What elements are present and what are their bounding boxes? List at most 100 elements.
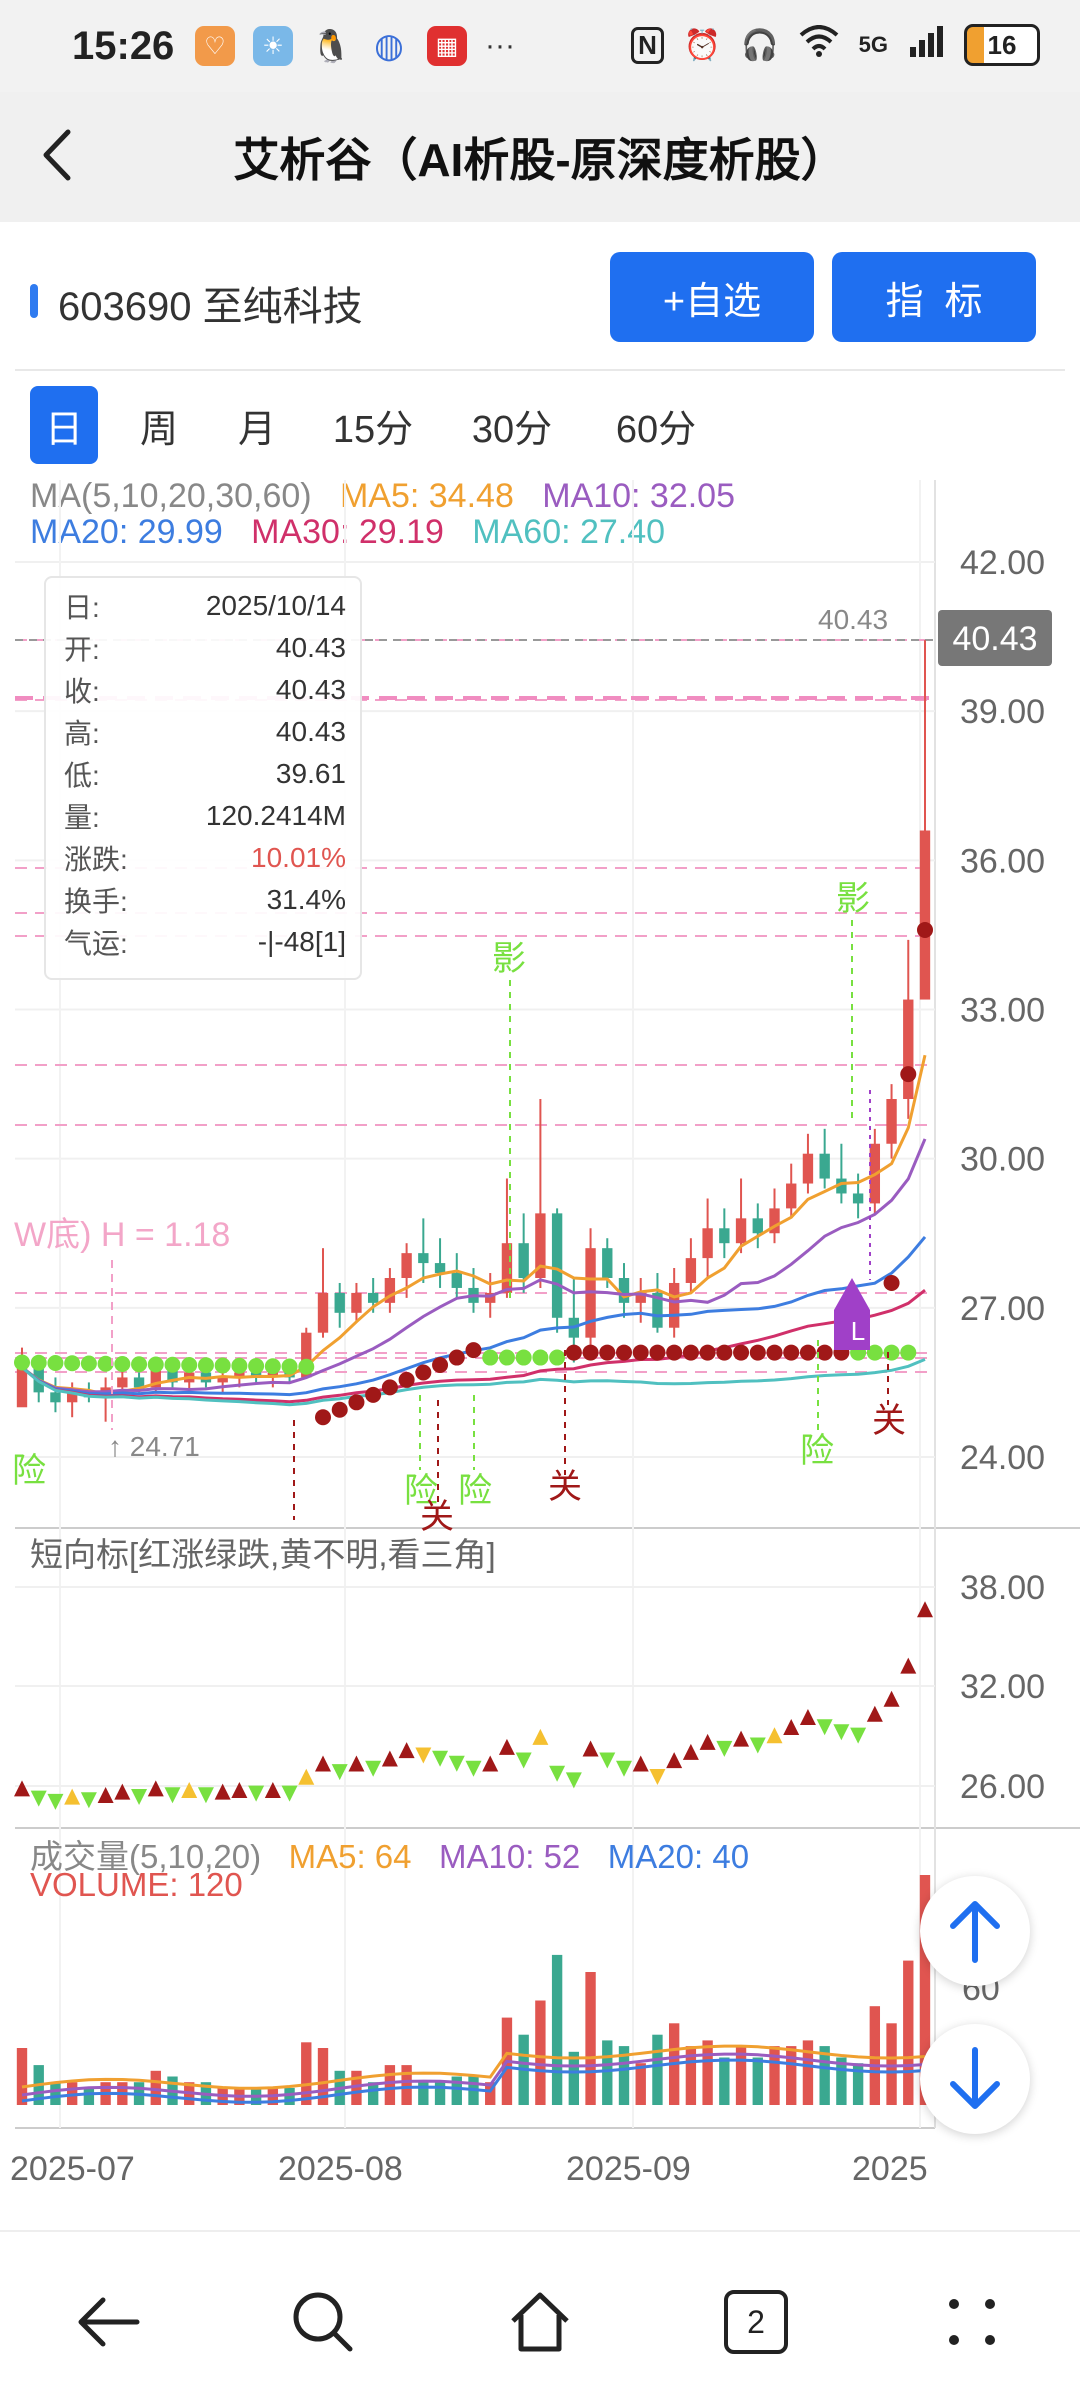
candle-body	[702, 1228, 713, 1259]
signal-dot-green	[197, 1357, 214, 1374]
signal-dot-red	[699, 1344, 716, 1361]
indicator-button[interactable]: 指 标	[832, 252, 1036, 342]
trend-triangle-up	[532, 1728, 549, 1745]
signal-dot-green	[532, 1349, 549, 1366]
search-icon	[293, 2292, 353, 2352]
candle-body	[117, 1377, 128, 1388]
risk-marker: 险	[458, 1472, 492, 1510]
status-time: 15:26	[72, 24, 175, 68]
y-tick-label: 42.00	[960, 544, 1045, 582]
signal-dot-red	[582, 1344, 599, 1361]
info-row: 气运: -|-48[1]	[64, 922, 346, 962]
shadow-marker: 影	[836, 880, 870, 918]
nav-back-button[interactable]	[68, 2282, 148, 2362]
info-row: 换手: 31.4%	[64, 880, 346, 920]
candle-body	[418, 1253, 429, 1264]
nav-tabs-button[interactable]: 2	[716, 2282, 796, 2362]
trend-triangle-up	[181, 1781, 198, 1798]
scroll-down-button[interactable]	[920, 2024, 1030, 2134]
signal-dot-red	[315, 1409, 331, 1426]
trend-triangle-down	[515, 1752, 532, 1769]
qq-icon: 🐧	[311, 28, 351, 64]
nav-home-button[interactable]	[500, 2282, 580, 2362]
candle-body	[668, 1282, 680, 1328]
tab-60min[interactable]: 60分	[596, 386, 716, 464]
tab-month[interactable]: 月	[220, 386, 294, 464]
y-tick-label: 26.00	[960, 1768, 1045, 1806]
y-tick-label: 33.00	[960, 992, 1045, 1030]
signal-dot-green	[482, 1349, 499, 1366]
candle-body	[802, 1153, 814, 1184]
trend-triangle-down	[197, 1787, 214, 1804]
trend-triangle-down	[616, 1760, 632, 1777]
y-tick-label: 27.00	[960, 1290, 1045, 1328]
volume-bar	[434, 2082, 446, 2105]
add-watchlist-button[interactable]: +自选	[610, 252, 814, 342]
trend-triangle-up	[666, 1752, 683, 1769]
candle-body	[50, 1392, 61, 1403]
y-tick-label: 24.00	[960, 1439, 1045, 1477]
tab-15min[interactable]: 15分	[318, 386, 428, 464]
signal-dot-green	[64, 1355, 81, 1372]
volume-bar	[401, 2065, 412, 2105]
volume-bar	[16, 2048, 28, 2105]
stock-app-icon: ▦	[427, 26, 467, 66]
trend-triangle-up	[398, 1742, 415, 1759]
trend-triangle-down	[549, 1765, 566, 1782]
y-tick-label: 39.00	[960, 693, 1045, 731]
price-tag-label: 40.43	[952, 620, 1037, 658]
signal-dot-red	[415, 1364, 432, 1381]
info-value: 40.43	[275, 716, 346, 747]
volume-bar	[786, 2046, 797, 2105]
signal-dot-green	[549, 1349, 566, 1366]
trend-triangle-up	[498, 1738, 515, 1755]
info-value: 40.43	[275, 632, 346, 663]
trend-triangle-down	[649, 1769, 666, 1786]
trend-triangle-down	[599, 1752, 616, 1769]
home-icon	[511, 2292, 569, 2352]
signal-dot-green	[248, 1358, 265, 1375]
candle-body	[903, 999, 914, 1099]
divider	[15, 369, 1065, 371]
signal-dot-green	[47, 1355, 64, 1372]
signal-dot-red	[799, 1344, 816, 1361]
tab-day[interactable]: 日	[30, 386, 98, 464]
trend-triangle-down	[465, 1760, 482, 1777]
signal-dot-red	[816, 1344, 833, 1361]
candle-body	[752, 1218, 763, 1234]
x-axis-label: 2025	[852, 2150, 928, 2188]
trend-triangle-up	[799, 1709, 816, 1726]
scroll-up-button[interactable]	[920, 1876, 1030, 1986]
signal-dot-red	[381, 1379, 398, 1396]
tab-week[interactable]: 周	[122, 386, 196, 464]
candle-body	[551, 1213, 563, 1318]
signal-dot-green	[498, 1349, 515, 1366]
trend-triangle-down	[30, 1790, 47, 1807]
trend-triangle-up	[231, 1781, 248, 1798]
volume-bar	[702, 2040, 713, 2105]
nav-search-button[interactable]	[283, 2282, 363, 2362]
y-tick-label: 32.00	[960, 1668, 1045, 1706]
nav-menu-button[interactable]	[932, 2282, 1012, 2362]
trend-triangle-up	[783, 1718, 800, 1735]
more-notifications-icon: ···	[485, 29, 515, 62]
nfc-icon: N	[631, 26, 664, 64]
risk-marker: 险	[12, 1452, 46, 1490]
signal-dot-red	[616, 1344, 632, 1361]
signal-dot-green	[80, 1355, 97, 1372]
trend-triangle-up	[348, 1755, 365, 1772]
title-bar: 艾析谷（AI析股-原深度析股）	[0, 92, 1080, 222]
volume-bar	[602, 2040, 613, 2105]
vol-ma10: MA10: 52	[439, 1838, 581, 1875]
tab-30min[interactable]: 30分	[452, 386, 572, 464]
info-key: 涨跌:	[64, 844, 128, 875]
stock-name: 603690 至纯科技	[58, 285, 363, 329]
trend-triangle-down	[448, 1755, 465, 1772]
signal-dot-red	[565, 1344, 582, 1361]
signal-dot-green	[164, 1356, 181, 1373]
info-value: 120.2414M	[205, 800, 346, 831]
wifi-icon	[799, 25, 839, 65]
candle-body	[685, 1258, 697, 1283]
candle-body	[618, 1278, 630, 1303]
candle-body	[852, 1193, 864, 1204]
